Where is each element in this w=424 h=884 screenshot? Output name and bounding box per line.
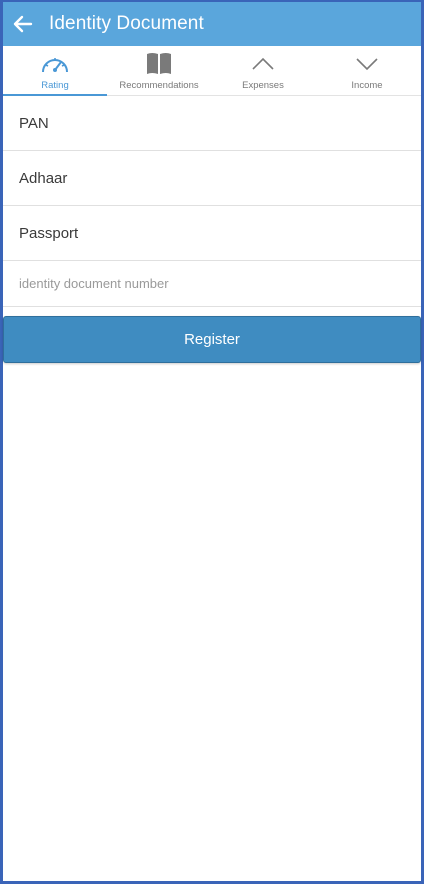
- app-frame: Identity Document Rating Recommendations…: [0, 0, 424, 884]
- document-option-label: PAN: [19, 114, 49, 132]
- document-option-adhaar[interactable]: Adhaar: [3, 151, 421, 206]
- document-option-label: Passport: [19, 224, 79, 242]
- chevron-up-icon: [251, 51, 275, 77]
- document-option-passport[interactable]: Passport: [3, 206, 421, 261]
- arrow-left-icon: [13, 15, 33, 33]
- id-number-input[interactable]: [19, 276, 421, 291]
- tab-bar: Rating Recommendations Expenses Income: [3, 46, 421, 96]
- tab-label: Rating: [41, 80, 69, 91]
- chevron-down-icon: [355, 51, 379, 77]
- tab-label: Income: [351, 80, 383, 91]
- document-option-pan[interactable]: PAN: [3, 96, 421, 151]
- tab-label: Expenses: [242, 80, 284, 91]
- tab-income[interactable]: Income: [315, 46, 419, 95]
- app-bar: Identity Document: [3, 2, 421, 46]
- document-option-label: Adhaar: [19, 169, 68, 187]
- register-button[interactable]: Register: [3, 316, 421, 363]
- speedometer-icon: [39, 51, 71, 77]
- tab-label: Recommendations: [119, 80, 199, 91]
- tab-recommendations[interactable]: Recommendations: [107, 46, 211, 95]
- book-icon: [145, 51, 173, 77]
- id-number-field-row: [3, 261, 421, 307]
- page-title: Identity Document: [49, 13, 204, 34]
- tab-expenses[interactable]: Expenses: [211, 46, 315, 95]
- back-button[interactable]: [11, 12, 35, 36]
- register-container: Register: [3, 307, 421, 363]
- tab-rating[interactable]: Rating: [3, 46, 107, 96]
